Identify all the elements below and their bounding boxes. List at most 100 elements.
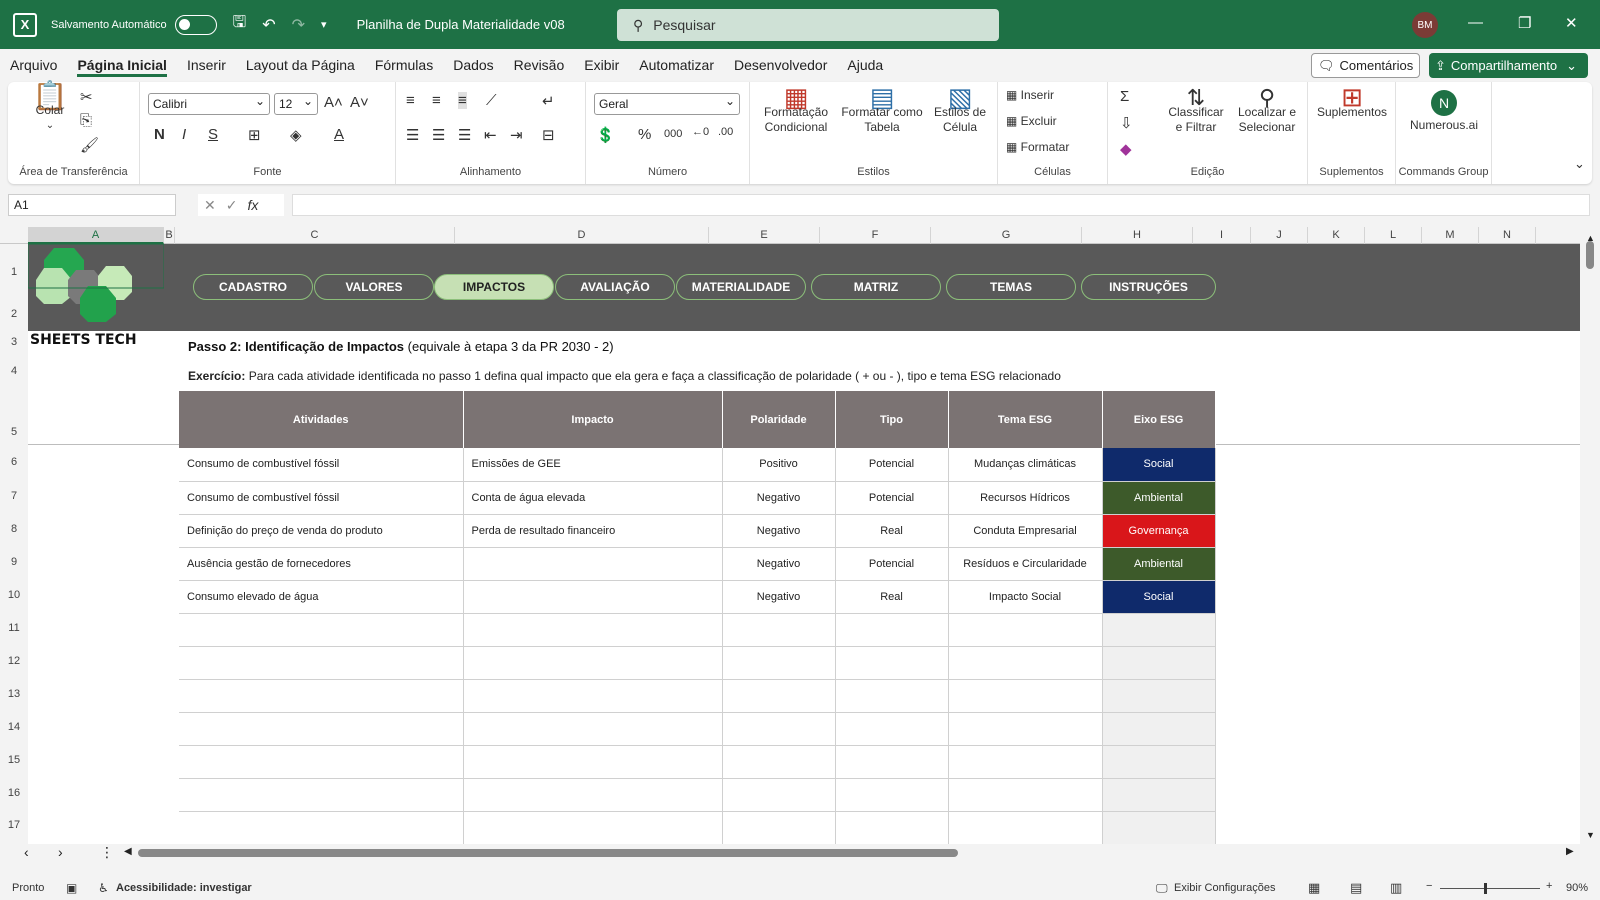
cell-polaridade[interactable]: Negativo	[722, 580, 836, 614]
column-header-l[interactable]: L	[1365, 227, 1422, 244]
empty-cell[interactable]	[835, 712, 949, 746]
vertical-scroll-thumb[interactable]	[1586, 241, 1594, 269]
orientation-icon[interactable]: ⟋	[486, 92, 497, 109]
row-header-6[interactable]: 6	[0, 456, 28, 468]
cell-eixo[interactable]: Ambiental	[1102, 547, 1216, 581]
empty-cell[interactable]	[835, 811, 949, 844]
cell-tipo[interactable]: Potencial	[835, 481, 949, 515]
italic-icon[interactable]: I	[182, 126, 186, 143]
column-header-n[interactable]: N	[1479, 227, 1536, 244]
page-layout-view-icon[interactable]: ▤	[1350, 880, 1362, 896]
nav-avaliacao[interactable]: AVALIAÇÃO	[555, 274, 675, 300]
clear-icon[interactable]: ◆	[1120, 140, 1132, 158]
nav-impactos[interactable]: IMPACTOS	[434, 274, 554, 300]
empty-cell[interactable]	[722, 712, 836, 746]
empty-cell[interactable]	[948, 712, 1103, 746]
align-bottom-icon[interactable]: ≡	[458, 92, 467, 109]
row-header-9[interactable]: 9	[0, 556, 28, 568]
autosave-toggle[interactable]	[174, 14, 217, 35]
menu-ajuda[interactable]: Ajuda	[837, 49, 893, 80]
nav-temas[interactable]: TEMAS	[946, 274, 1076, 300]
align-center-icon[interactable]: ☰	[432, 126, 445, 144]
column-header-f[interactable]: F	[820, 227, 931, 244]
cell-eixo[interactable]: Ambiental	[1102, 481, 1216, 515]
menu-exibir[interactable]: Exibir	[574, 49, 629, 80]
cell-tema[interactable]: Recursos Hídricos	[948, 481, 1103, 515]
format-as-table-button[interactable]: ▤ Formatar como Tabela	[838, 84, 926, 135]
format-cells-button[interactable]: ▦ Formatar	[1006, 140, 1069, 155]
nav-matriz[interactable]: MATRIZ	[811, 274, 941, 300]
minimize-icon[interactable]: —	[1468, 14, 1483, 31]
empty-cell[interactable]	[179, 613, 464, 647]
delete-cells-button[interactable]: ▦ Excluir	[1006, 114, 1057, 129]
nav-instrucoes[interactable]: INSTRUÇÕES	[1081, 274, 1216, 300]
shrink-font-icon[interactable]: A˅	[350, 94, 369, 111]
empty-cell[interactable]	[463, 712, 723, 746]
empty-cell[interactable]	[463, 646, 723, 680]
empty-cell[interactable]	[835, 679, 949, 713]
more-sheets-icon[interactable]: ⋮	[100, 844, 114, 861]
paste-button[interactable]: 📋 Colar ⌄	[28, 82, 72, 133]
row-header-8[interactable]: 8	[0, 523, 28, 535]
increase-indent-icon[interactable]: ⇥	[510, 126, 523, 144]
customize-qat-icon[interactable]: ▾	[321, 18, 327, 31]
nav-cadastro[interactable]: CADASTRO	[193, 274, 313, 300]
empty-cell[interactable]	[1102, 646, 1216, 680]
nav-materialidade[interactable]: MATERIALIDADE	[676, 274, 806, 300]
empty-cell[interactable]	[948, 646, 1103, 680]
prev-sheet-icon[interactable]: ‹	[24, 844, 29, 860]
formula-input[interactable]	[292, 194, 1590, 216]
accessibility-icon[interactable]: ♿	[98, 881, 109, 895]
align-middle-icon[interactable]: ≡	[432, 92, 441, 109]
row-header-10[interactable]: 10	[0, 589, 28, 601]
scroll-right-icon[interactable]: ▶	[1566, 846, 1574, 857]
restore-icon[interactable]: ❐	[1518, 14, 1531, 32]
addins-button[interactable]: ⊞ Suplementos	[1314, 84, 1390, 120]
cell-tipo[interactable]: Real	[835, 580, 949, 614]
horizontal-scroll-thumb[interactable]	[138, 849, 958, 857]
borders-icon[interactable]: ⊞	[248, 126, 261, 144]
row-header-7[interactable]: 7	[0, 490, 28, 502]
scroll-left-icon[interactable]: ◀	[124, 846, 132, 857]
empty-cell[interactable]	[948, 811, 1103, 844]
column-header-b[interactable]: B	[164, 227, 175, 244]
find-select-button[interactable]: ⚲ Localizar e Selecionar	[1232, 87, 1302, 135]
conditional-formatting-button[interactable]: ▦ Formatação Condicional	[756, 84, 836, 135]
name-box[interactable]: A1	[8, 194, 176, 216]
cut-icon[interactable]: ✂	[80, 88, 93, 106]
empty-cell[interactable]	[1102, 811, 1216, 844]
close-icon[interactable]: ✕	[1565, 14, 1578, 32]
row-header-3[interactable]: 3	[0, 336, 28, 348]
row-header-1[interactable]: 1	[0, 266, 28, 278]
empty-cell[interactable]	[463, 679, 723, 713]
cell-polaridade[interactable]: Negativo	[722, 547, 836, 581]
empty-cell[interactable]	[1102, 679, 1216, 713]
row-header-11[interactable]: 11	[0, 622, 28, 634]
fill-color-icon[interactable]: ◈	[290, 126, 302, 144]
cell-atividade[interactable]: Consumo de combustível fóssil	[179, 448, 464, 482]
merge-center-icon[interactable]: ⊟	[542, 126, 555, 144]
empty-cell[interactable]	[1102, 745, 1216, 779]
empty-cell[interactable]	[179, 745, 464, 779]
comments-button[interactable]: 🗨 Comentários	[1311, 53, 1420, 78]
cell-tema[interactable]: Mudanças climáticas	[948, 448, 1103, 482]
cell-polaridade[interactable]: Positivo	[722, 448, 836, 482]
page-break-view-icon[interactable]: ▥	[1390, 880, 1402, 896]
cell-eixo[interactable]: Governança	[1102, 514, 1216, 548]
cell-polaridade[interactable]: Negativo	[722, 514, 836, 548]
nav-valores[interactable]: VALORES	[314, 274, 434, 300]
format-painter-icon[interactable]: 🖌	[80, 136, 99, 154]
display-settings[interactable]: Exibir Configurações	[1174, 882, 1276, 894]
empty-cell[interactable]	[179, 811, 464, 844]
empty-cell[interactable]	[948, 679, 1103, 713]
empty-cell[interactable]	[722, 745, 836, 779]
empty-cell[interactable]	[722, 778, 836, 812]
menu-arquivo[interactable]: Arquivo	[0, 49, 67, 80]
decrease-indent-icon[interactable]: ⇤	[484, 126, 497, 144]
row-header-13[interactable]: 13	[0, 688, 28, 700]
empty-cell[interactable]	[463, 811, 723, 844]
empty-cell[interactable]	[835, 646, 949, 680]
collapse-ribbon-icon[interactable]: ⌄	[1574, 156, 1585, 172]
accessibility-status[interactable]: Acessibilidade: investigar	[116, 882, 252, 894]
empty-cell[interactable]	[948, 745, 1103, 779]
